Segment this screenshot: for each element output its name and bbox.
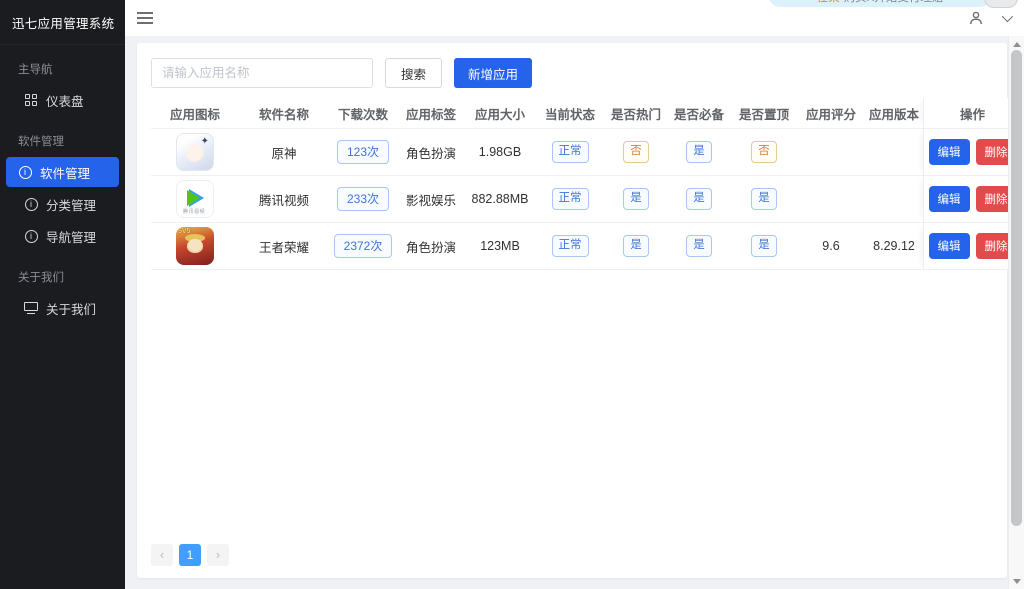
app-rating: 9.6 [822,239,840,253]
col-header-name: 软件名称 [258,107,309,122]
pagination: ‹ 1 › [151,544,229,566]
toast-text: 购买X开始支付理赔 [844,0,944,5]
next-page-button[interactable]: › [207,544,229,566]
app-title: 迅七应用管理系统 [0,0,125,45]
app-name: 腾讯视频 [258,193,309,208]
scroll-down-arrow-icon[interactable] [1013,579,1021,584]
dashboard-grid-icon [24,93,38,107]
tencent-video-app-icon: 腾讯视频 [176,180,214,218]
app-tag: 影视娱乐 [405,193,456,208]
edit-button[interactable]: 编辑 [928,139,970,165]
table-row: 腾讯视频 腾讯视频 233次 影视娱乐 882.88MB 正常 是 是 是 编辑… [151,176,1021,223]
sidebar-item-about-us[interactable]: 关于我们 [6,293,119,323]
app-size: 1.98GB [478,145,522,159]
col-header-tag: 应用标签 [405,107,456,122]
honor-of-kings-app-icon: 5V5 [176,227,214,265]
sidebar-item-dashboard[interactable]: 仪表盘 [6,85,119,115]
table-body: ✦ 原神 123次 角色扮演 1.98GB 正常 否 是 否 编辑 删除 腾讯视… [151,129,1021,270]
toast-user: 任某 [817,0,840,5]
sidebar-item-software-management[interactable]: i 软件管理 [6,157,119,187]
top-badge: 否 [751,141,777,163]
sidebar-item-label: 关于我们 [46,302,97,317]
edit-button[interactable]: 编辑 [928,233,970,259]
app-rating [797,176,865,222]
sidebar-item-category-management[interactable]: i 分类管理 [6,189,119,219]
sidebar-item-label: 分类管理 [46,198,97,213]
col-header-downloads: 下载次数 [337,107,388,122]
vertical-scrollbar[interactable] [1008,36,1024,589]
col-header-status: 当前状态 [544,107,595,122]
col-header-actions: 操作 [923,98,1021,128]
sidebar-section-main-nav: 主导航 [18,64,53,76]
notification-toast: 任某 购买X开始支付理赔 [768,0,992,7]
downloads-badge: 123次 [336,139,390,165]
app-table: 应用图标 软件名称 下载次数 应用标签 应用大小 当前状态 是否热门 是否必备 … [151,98,1021,270]
info-circle-icon: i [24,197,38,211]
app-tag: 角色扮演 [405,146,456,161]
page-number-1[interactable]: 1 [179,544,201,566]
app-name: 王者荣耀 [258,240,309,255]
sidebar-item-label: 导航管理 [46,230,97,245]
col-header-top: 是否置顶 [738,107,789,122]
app-version: 8.29.12 [873,239,915,253]
sidebar-section-software: 软件管理 [18,136,64,148]
top-badge: 是 [751,235,777,257]
required-badge: 是 [686,188,712,210]
col-header-rating: 应用评分 [805,107,856,122]
edit-button[interactable]: 编辑 [928,186,970,212]
search-button[interactable]: 搜索 [385,58,443,88]
add-app-button[interactable]: 新增应用 [454,58,533,88]
prev-page-button[interactable]: ‹ [151,544,173,566]
col-header-size: 应用大小 [474,107,525,122]
status-badge: 正常 [551,235,589,257]
content-card: 搜索 新增应用 应用图标 软件名称 下载次数 应用标签 应用大小 当前状态 是否… [137,43,1021,578]
hot-badge: 是 [623,188,649,210]
hot-badge: 是 [623,235,649,257]
required-badge: 是 [686,235,712,257]
info-circle-icon: i [18,165,32,179]
chevron-down-icon[interactable] [1001,10,1014,23]
downloads-badge: 233次 [336,186,390,212]
monitor-icon [24,301,38,315]
status-badge: 正常 [551,141,589,163]
table-header-row: 应用图标 软件名称 下载次数 应用标签 应用大小 当前状态 是否热门 是否必备 … [151,98,1021,129]
table-row: 5V5 王者荣耀 2372次 角色扮演 123MB 正常 是 是 是 9.6 8… [151,223,1021,270]
sidebar-item-nav-management[interactable]: i 导航管理 [6,221,119,251]
app-size: 882.88MB [471,192,529,206]
chevron-left-icon: ‹ [159,546,165,562]
required-badge: 是 [686,141,712,163]
col-header-version: 应用版本 [868,107,919,122]
sidebar-item-label: 软件管理 [40,166,91,181]
scroll-up-arrow-icon[interactable] [1013,42,1021,47]
app-version [865,176,923,222]
status-badge: 正常 [551,188,589,210]
app-tag: 角色扮演 [405,240,456,255]
app-rating [797,129,865,175]
menu-icon[interactable] [137,12,153,24]
sidebar-section-about: 关于我们 [18,272,64,284]
search-input[interactable] [151,58,373,88]
scrollbar-thumb[interactable] [1011,50,1022,526]
col-header-app-icon: 应用图标 [169,107,220,122]
col-header-required: 是否必备 [673,107,724,122]
top-badge: 是 [751,188,777,210]
user-icon[interactable] [968,10,984,26]
sidebar: 迅七应用管理系统 主导航 仪表盘 软件管理 i 软件管理 i 分类管理 i 导航… [0,0,125,589]
col-header-hot: 是否热门 [610,107,661,122]
downloads-badge: 2372次 [333,233,393,259]
search-toolbar: 搜索 新增应用 [151,58,1007,88]
app-name: 原神 [271,146,297,161]
hot-badge: 否 [623,141,649,163]
info-circle-icon: i [24,229,38,243]
chevron-right-icon: › [215,546,221,562]
genshin-app-icon: ✦ [176,133,214,171]
sidebar-item-label: 仪表盘 [46,94,84,109]
table-row: ✦ 原神 123次 角色扮演 1.98GB 正常 否 是 否 编辑 删除 [151,129,1021,176]
app-size: 123MB [480,239,520,253]
app-version [865,129,923,175]
